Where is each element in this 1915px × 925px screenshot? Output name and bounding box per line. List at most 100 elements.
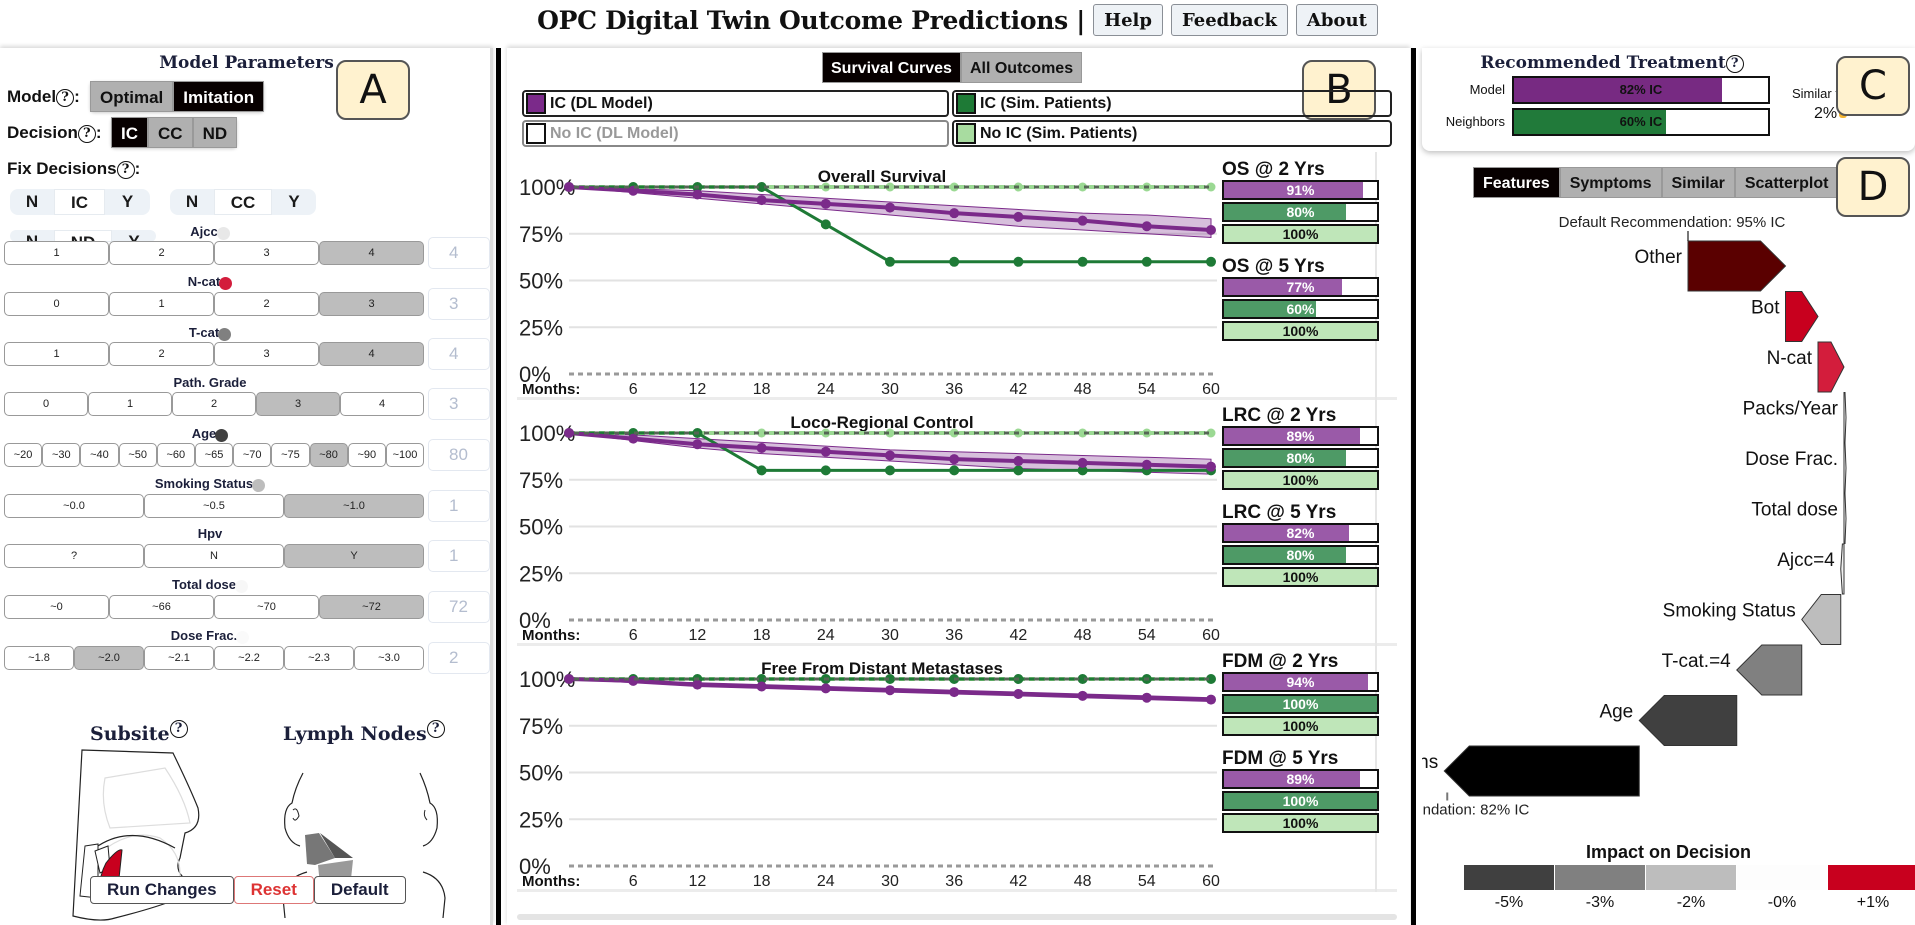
ic-dl-point[interactable] <box>820 446 831 457</box>
feature-value-input[interactable]: 4 <box>428 338 490 370</box>
ic-sim-point[interactable] <box>1206 256 1216 267</box>
feature-option-button[interactable]: ~2.3 <box>284 646 354 670</box>
feature-option-button[interactable]: 1 <box>4 241 109 265</box>
ic-dl-point[interactable] <box>1013 456 1024 467</box>
help-icon[interactable]: ? <box>116 160 135 179</box>
run-changes-button[interactable]: Run Changes <box>90 876 234 904</box>
outcome-bar-sim-noic[interactable]: 100% <box>1222 321 1379 341</box>
feature-value-input[interactable]: 80 <box>428 439 490 471</box>
feature-option-button[interactable]: ~1.8 <box>4 646 74 670</box>
impact-bar[interactable] <box>1843 493 1847 544</box>
feature-option-button[interactable]: 0 <box>4 292 109 316</box>
ic-dl-point[interactable] <box>885 450 895 461</box>
feature-option-button[interactable]: ~50 <box>118 443 157 467</box>
impact-bar[interactable] <box>1443 745 1640 797</box>
feature-option-button[interactable]: ~70 <box>214 595 319 619</box>
feature-value-input[interactable]: 3 <box>428 288 490 320</box>
feature-option-button[interactable]: ~72 <box>319 595 424 619</box>
legend-ic-sim-patients[interactable]: IC (Sim. Patients) <box>952 90 1392 117</box>
feature-option-button[interactable]: 3 <box>214 342 319 366</box>
ic-dl-point[interactable] <box>1206 694 1216 705</box>
ic-dl-point[interactable] <box>885 202 895 213</box>
feature-option-button[interactable]: ~40 <box>80 443 119 467</box>
ic-dl-point[interactable] <box>692 439 703 450</box>
feedback-button[interactable]: Feedback <box>1170 4 1288 36</box>
help-icon[interactable]: ? <box>1725 54 1744 73</box>
outcome-bar-sim-noic[interactable]: 100% <box>1222 716 1379 736</box>
feature-option-button[interactable]: ~1.0 <box>284 494 424 518</box>
feature-option-button[interactable]: 3 <box>319 292 424 316</box>
feature-option-button[interactable]: 4 <box>319 342 424 366</box>
panel-divider[interactable] <box>1411 48 1416 925</box>
ic-sim-point[interactable] <box>1077 256 1088 267</box>
ic-dl-point[interactable] <box>628 433 639 444</box>
ic-dl-point[interactable] <box>1206 461 1216 472</box>
fix-cc-yes[interactable]: Y <box>272 189 316 215</box>
outcome-bar-sim-ic[interactable]: 80% <box>1222 202 1379 222</box>
ic-sim-point[interactable] <box>885 465 895 476</box>
feature-value-input[interactable]: 1 <box>428 490 490 522</box>
impact-bar[interactable] <box>1736 644 1803 696</box>
model-option-imitation[interactable]: Imitation <box>173 81 265 112</box>
feature-option-button[interactable]: 0 <box>4 392 88 416</box>
outcome-bar-sim-noic[interactable]: 100% <box>1222 224 1379 244</box>
feature-value-input[interactable]: 2 <box>428 642 490 674</box>
tab-all-outcomes[interactable]: All Outcomes <box>960 52 1083 83</box>
outcome-bar-sim-ic[interactable]: 100% <box>1222 694 1379 714</box>
outcome-bar-sim-noic[interactable]: 100% <box>1222 813 1379 833</box>
impact-bar[interactable] <box>1785 291 1819 342</box>
reset-button[interactable]: Reset <box>233 876 314 904</box>
help-icon[interactable]: ? <box>56 88 75 107</box>
impact-bar[interactable] <box>1817 341 1845 393</box>
ic-dl-point[interactable] <box>1077 457 1088 468</box>
feature-option-button[interactable]: ~0.0 <box>4 494 144 518</box>
ic-dl-point[interactable] <box>564 182 574 192</box>
ic-dl-point[interactable] <box>756 681 767 692</box>
feature-option-button[interactable]: ~30 <box>42 443 81 467</box>
legend-no-ic-dl-model[interactable]: No IC (DL Model) <box>522 120 949 147</box>
ic-dl-point[interactable] <box>949 687 960 698</box>
impact-bar[interactable] <box>1801 594 1842 645</box>
ic-sim-point[interactable] <box>820 219 831 230</box>
ic-dl-point[interactable] <box>949 208 960 219</box>
ic-dl-point[interactable] <box>1013 688 1024 699</box>
feature-option-button[interactable]: 1 <box>88 392 172 416</box>
outcome-bar-dl-ic[interactable]: 77% <box>1222 277 1379 297</box>
feature-option-button[interactable]: ? <box>4 544 144 568</box>
feature-option-button[interactable]: ~0 <box>4 595 109 619</box>
feature-option-button[interactable]: 2 <box>172 392 256 416</box>
impact-bar[interactable] <box>1843 442 1847 494</box>
feature-option-button[interactable]: 3 <box>256 392 340 416</box>
outcome-bar-dl-ic[interactable]: 94% <box>1222 672 1379 692</box>
outcome-bar-dl-ic[interactable]: 89% <box>1222 426 1379 446</box>
panel-divider[interactable] <box>496 48 501 925</box>
about-button[interactable]: About <box>1295 4 1378 36</box>
feature-value-input[interactable]: 4 <box>428 237 490 269</box>
feature-option-button[interactable]: 2 <box>214 292 319 316</box>
ic-dl-point[interactable] <box>564 428 574 438</box>
help-icon[interactable]: ? <box>77 124 96 143</box>
help-button[interactable]: Help <box>1093 4 1163 36</box>
ic-sim-point[interactable] <box>756 465 767 476</box>
ic-dl-point[interactable] <box>949 454 960 465</box>
help-icon[interactable]: ? <box>169 720 188 738</box>
ic-dl-point[interactable] <box>756 442 767 453</box>
impact-bar[interactable] <box>1687 240 1787 292</box>
outcome-bar-sim-ic[interactable]: 100% <box>1222 791 1379 811</box>
ic-dl-point[interactable] <box>692 679 703 690</box>
outcome-bar-sim-noic[interactable]: 100% <box>1222 567 1379 587</box>
decision-option-nd[interactable]: ND <box>192 117 238 148</box>
help-icon[interactable]: ? <box>426 720 445 738</box>
outcome-bar-sim-ic[interactable]: 80% <box>1222 545 1379 565</box>
decision-option-cc[interactable]: CC <box>148 117 193 148</box>
ic-dl-point[interactable] <box>1141 692 1152 703</box>
ic-sim-point[interactable] <box>1141 256 1152 267</box>
ic-dl-point[interactable] <box>1013 211 1024 222</box>
ic-dl-point[interactable] <box>1206 225 1216 236</box>
ic-sim-point[interactable] <box>949 256 960 267</box>
default-button[interactable]: Default <box>313 876 406 904</box>
decision-option-ic[interactable]: IC <box>111 117 148 148</box>
ic-dl-point[interactable] <box>564 674 574 684</box>
ic-dl-point[interactable] <box>1077 690 1088 701</box>
feature-option-button[interactable]: ~2.1 <box>144 646 214 670</box>
